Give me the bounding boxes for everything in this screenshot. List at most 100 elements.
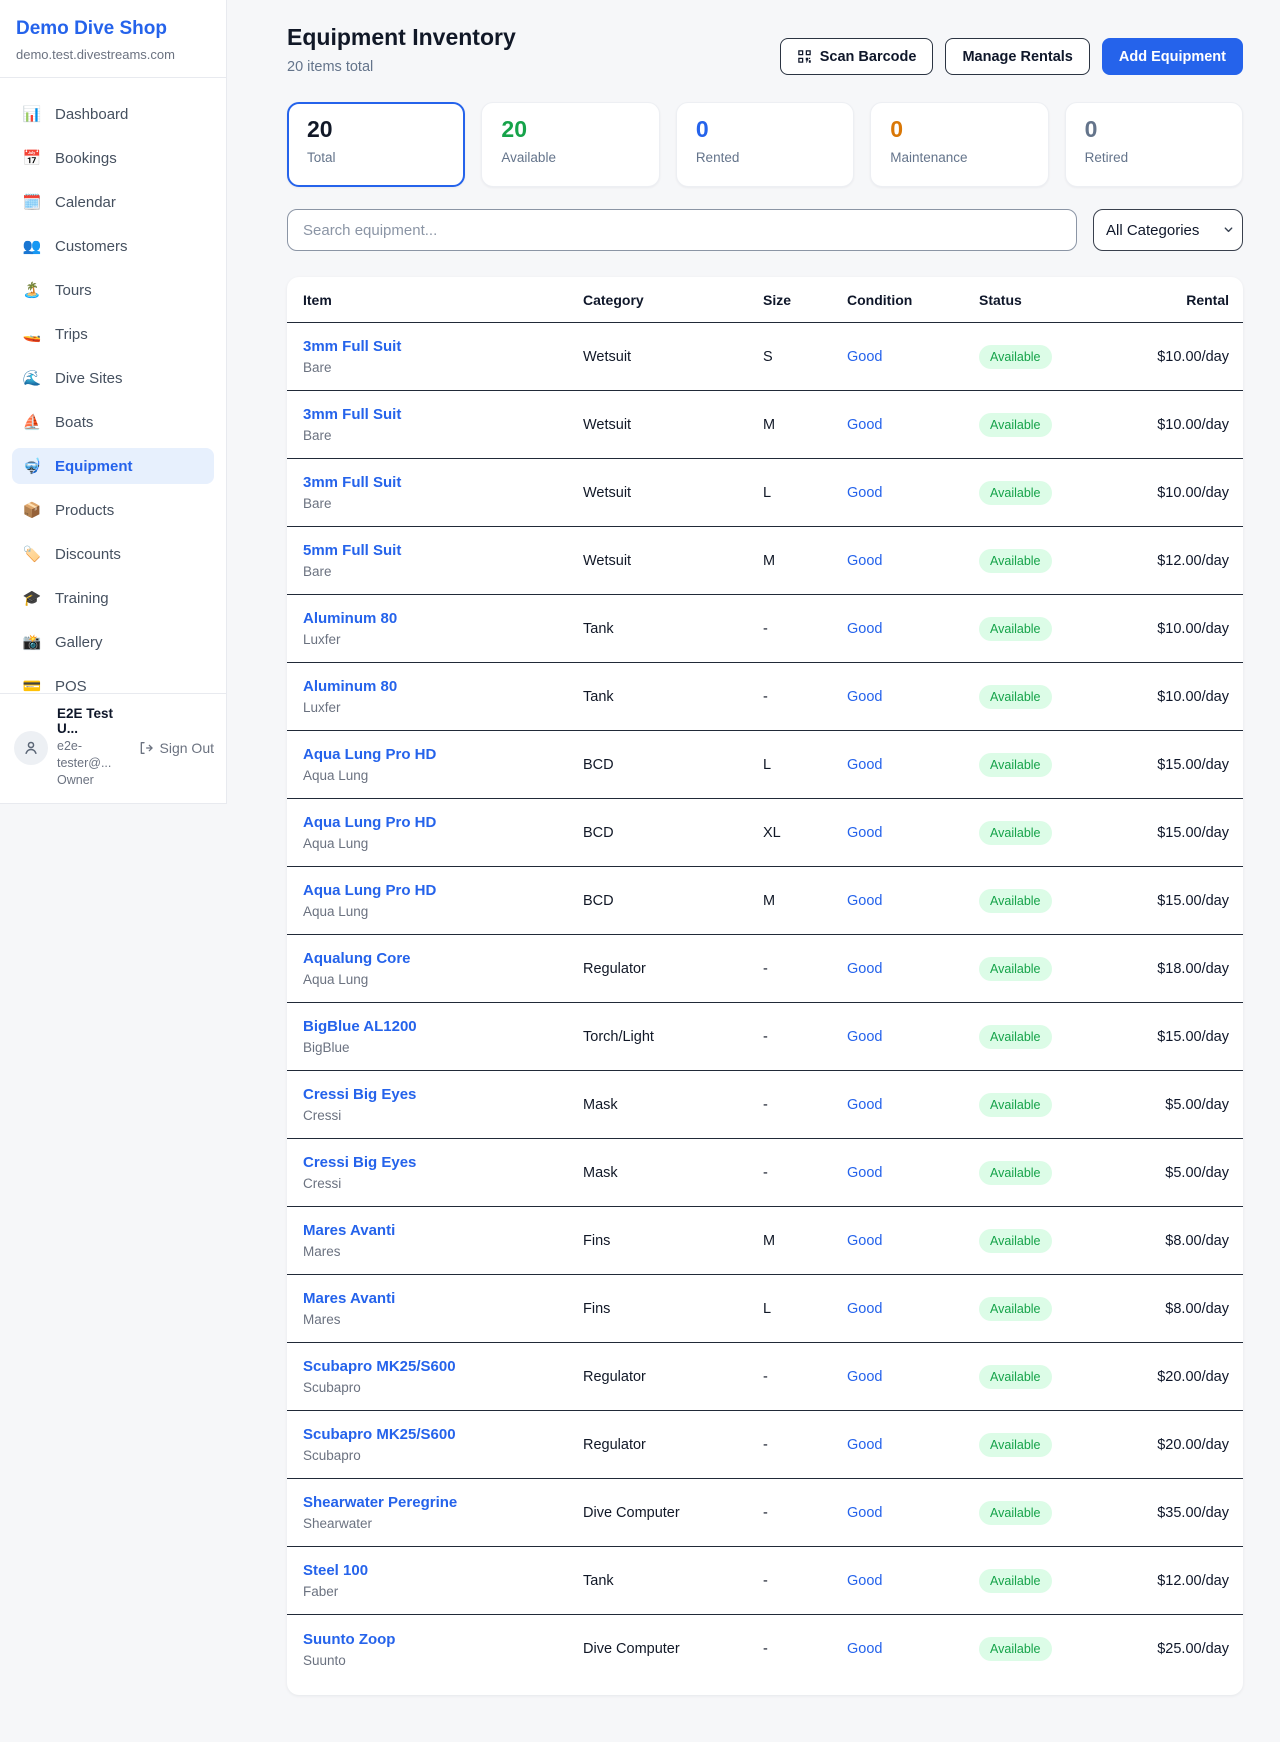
item-name-link[interactable]: Aqua Lung Pro HD xyxy=(303,814,583,831)
sidebar-item-customers[interactable]: 👥Customers xyxy=(12,228,214,264)
category-select[interactable]: All Categories xyxy=(1093,209,1243,251)
condition-link[interactable]: Good xyxy=(847,1233,979,1249)
sidebar-item-trips[interactable]: 🚤Trips xyxy=(12,316,214,352)
barcode-scan-icon xyxy=(797,49,812,64)
item-name-link[interactable]: BigBlue AL1200 xyxy=(303,1018,583,1035)
table-row: Cressi Big Eyes Cressi Mask - Good Avail… xyxy=(287,1139,1243,1207)
condition-link[interactable]: Good xyxy=(847,825,979,841)
sidebar-item-bookings[interactable]: 📅Bookings xyxy=(12,140,214,176)
stat-card-total[interactable]: 20Total xyxy=(287,102,465,187)
item-name-link[interactable]: 3mm Full Suit xyxy=(303,338,583,355)
item-name-link[interactable]: Aqualung Core xyxy=(303,950,583,967)
stat-card-retired[interactable]: 0Retired xyxy=(1065,102,1243,187)
sign-out-icon xyxy=(138,740,154,756)
item-name-link[interactable]: 3mm Full Suit xyxy=(303,406,583,423)
size-cell: - xyxy=(763,961,847,977)
item-name-link[interactable]: Mares Avanti xyxy=(303,1222,583,1239)
condition-link[interactable]: Good xyxy=(847,961,979,977)
sidebar-nav: 📊Dashboard 📅Bookings 🗓️Calendar 👥Customers 🏝… xyxy=(0,78,226,704)
item-brand: Faber xyxy=(303,1584,583,1599)
brand-name[interactable]: Demo Dive Shop xyxy=(16,18,210,40)
condition-link[interactable]: Good xyxy=(847,553,979,569)
size-cell: - xyxy=(763,1437,847,1453)
item-name-link[interactable]: Mares Avanti xyxy=(303,1290,583,1307)
add-equipment-button[interactable]: Add Equipment xyxy=(1102,38,1243,75)
stat-card-rented[interactable]: 0Rented xyxy=(676,102,854,187)
table-row: Cressi Big Eyes Cressi Mask - Good Avail… xyxy=(287,1071,1243,1139)
stat-card-maintenance[interactable]: 0Maintenance xyxy=(870,102,1048,187)
scan-barcode-button[interactable]: Scan Barcode xyxy=(780,38,934,75)
condition-link[interactable]: Good xyxy=(847,757,979,773)
condition-link[interactable]: Good xyxy=(847,1437,979,1453)
condition-link[interactable]: Good xyxy=(847,1573,979,1589)
stat-card-available[interactable]: 20Available xyxy=(481,102,659,187)
item-name-link[interactable]: Suunto Zoop xyxy=(303,1631,583,1648)
item-brand: BigBlue xyxy=(303,1040,583,1055)
condition-link[interactable]: Good xyxy=(847,485,979,501)
sidebar-item-discounts[interactable]: 🏷️Discounts xyxy=(12,536,214,572)
item-name-link[interactable]: Aqua Lung Pro HD xyxy=(303,882,583,899)
sign-out-button[interactable]: Sign Out xyxy=(138,740,214,756)
status-badge: Available xyxy=(979,685,1052,709)
discounts-icon: 🏷️ xyxy=(22,545,42,563)
item-name-link[interactable]: Cressi Big Eyes xyxy=(303,1086,583,1103)
condition-link[interactable]: Good xyxy=(847,349,979,365)
condition-link[interactable]: Good xyxy=(847,417,979,433)
condition-link[interactable]: Good xyxy=(847,689,979,705)
sidebar-item-equipment[interactable]: 🤿Equipment xyxy=(12,448,214,484)
category-cell: Tank xyxy=(583,689,763,705)
sidebar-item-dashboard[interactable]: 📊Dashboard xyxy=(12,96,214,132)
condition-link[interactable]: Good xyxy=(847,1029,979,1045)
sidebar-item-dive-sites[interactable]: 🌊Dive Sites xyxy=(12,360,214,396)
sidebar-item-training[interactable]: 🎓Training xyxy=(12,580,214,616)
condition-link[interactable]: Good xyxy=(847,1505,979,1521)
condition-link[interactable]: Good xyxy=(847,1369,979,1385)
status-badge: Available xyxy=(979,1297,1052,1321)
condition-link[interactable]: Good xyxy=(847,621,979,637)
condition-link[interactable]: Good xyxy=(847,893,979,909)
size-cell: S xyxy=(763,349,847,365)
item-name-link[interactable]: 5mm Full Suit xyxy=(303,542,583,559)
item-name-link[interactable]: Shearwater Peregrine xyxy=(303,1494,583,1511)
item-name-link[interactable]: 3mm Full Suit xyxy=(303,474,583,491)
stat-value: 0 xyxy=(1085,118,1223,141)
category-cell: Wetsuit xyxy=(583,349,763,365)
condition-link[interactable]: Good xyxy=(847,1165,979,1181)
size-cell: - xyxy=(763,1641,847,1657)
equipment-table: Item Category Size Condition Status Rent… xyxy=(287,277,1243,1695)
sidebar-item-label: Gallery xyxy=(55,634,103,651)
size-cell: - xyxy=(763,1505,847,1521)
status-badge: Available xyxy=(979,957,1052,981)
search-input[interactable] xyxy=(287,209,1077,251)
header-actions: Scan Barcode Manage Rentals Add Equipmen… xyxy=(780,24,1243,75)
item-name-link[interactable]: Cressi Big Eyes xyxy=(303,1154,583,1171)
table-row: Scubapro MK25/S600 Scubapro Regulator - … xyxy=(287,1343,1243,1411)
item-name-link[interactable]: Aluminum 80 xyxy=(303,678,583,695)
item-name-link[interactable]: Scubapro MK25/S600 xyxy=(303,1426,583,1443)
item-brand: Mares xyxy=(303,1312,583,1327)
sidebar-item-boats[interactable]: ⛵Boats xyxy=(12,404,214,440)
customers-icon: 👥 xyxy=(22,237,42,255)
products-icon: 📦 xyxy=(22,501,42,519)
sidebar-item-calendar[interactable]: 🗓️Calendar xyxy=(12,184,214,220)
manage-rentals-button[interactable]: Manage Rentals xyxy=(945,38,1089,75)
condition-link[interactable]: Good xyxy=(847,1641,979,1657)
category-cell: BCD xyxy=(583,825,763,841)
sidebar-item-tours[interactable]: 🏝️Tours xyxy=(12,272,214,308)
user-email: e2e-tester@... xyxy=(57,738,129,772)
sidebar-item-gallery[interactable]: 📸Gallery xyxy=(12,624,214,660)
sidebar-item-products[interactable]: 📦Products xyxy=(12,492,214,528)
item-name-link[interactable]: Steel 100 xyxy=(303,1562,583,1579)
column-header-condition: Condition xyxy=(847,292,979,308)
condition-link[interactable]: Good xyxy=(847,1301,979,1317)
category-cell: Dive Computer xyxy=(583,1641,763,1657)
item-name-link[interactable]: Aluminum 80 xyxy=(303,610,583,627)
condition-link[interactable]: Good xyxy=(847,1097,979,1113)
category-cell: Mask xyxy=(583,1165,763,1181)
size-cell: - xyxy=(763,1573,847,1589)
item-brand: Luxfer xyxy=(303,632,583,647)
item-name-link[interactable]: Scubapro MK25/S600 xyxy=(303,1358,583,1375)
rental-cell: $15.00/day xyxy=(1139,757,1229,773)
item-name-link[interactable]: Aqua Lung Pro HD xyxy=(303,746,583,763)
stat-value: 0 xyxy=(890,118,1028,141)
